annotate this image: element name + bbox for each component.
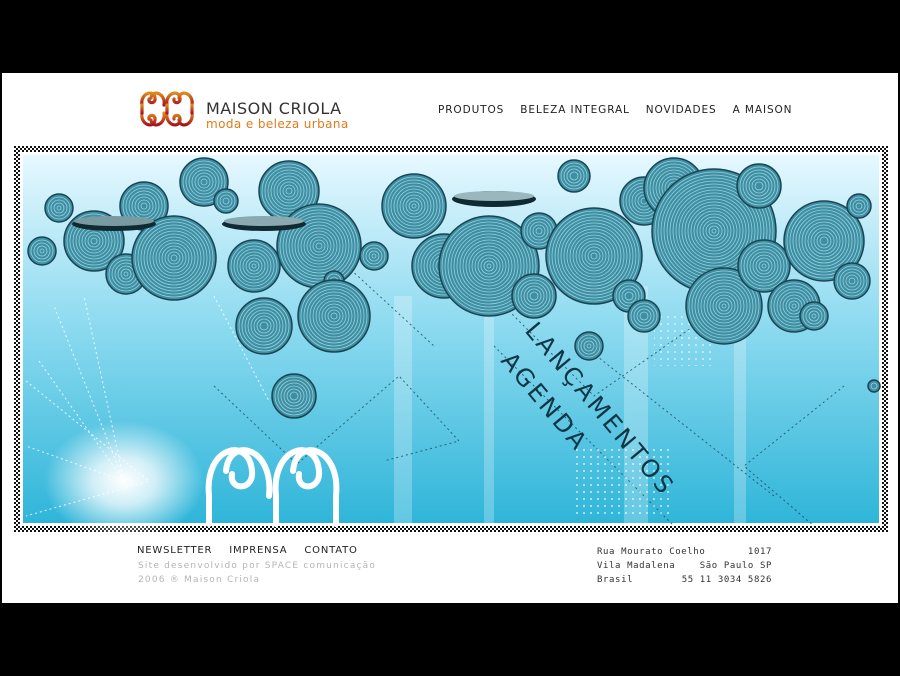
nav-item-a-maison[interactable]: A MAISON	[733, 104, 793, 120]
brand-name: MAISON CRIOLA	[206, 99, 342, 118]
nav-item-produtos[interactable]: PRODUTOS	[438, 104, 504, 120]
address-number: 1017	[747, 547, 772, 557]
page-canvas: MAISON CRIOLA moda e beleza urbana PRODU…	[2, 73, 898, 603]
address-street: Rua Mourato Coelho	[597, 547, 706, 557]
address-block: Rua Mourato Coelho 1017 Vila Madalena Sã…	[597, 545, 772, 587]
footer-link-contato[interactable]: CONTATO	[304, 545, 357, 556]
hero-banner: LANÇAMENTOS AGENDA	[14, 146, 888, 532]
footer-link-newsletter[interactable]: NEWSLETTER	[137, 545, 212, 556]
adinkra-logo-icon	[140, 91, 194, 127]
nav-item-beleza-integral[interactable]: BELEZA INTEGRAL	[520, 104, 630, 120]
footer-link-imprensa[interactable]: IMPRENSA	[229, 545, 287, 556]
footer-nav: NEWSLETTER IMPRENSA CONTATO	[137, 545, 358, 556]
site-credit: Site desenvolvido por SPACE comunicação	[138, 561, 377, 571]
copyright: 2006 ® Maison Criola	[138, 575, 261, 585]
address-district: Vila Madalena	[597, 561, 676, 571]
address-country: Brasil	[597, 575, 634, 585]
address-phone: 55 11 3034 5826	[681, 575, 772, 585]
address-city: São Paulo SP	[699, 561, 772, 571]
brand-tagline: moda e beleza urbana	[206, 117, 349, 131]
main-nav: PRODUTOS BELEZA INTEGRAL NOVIDADES A MAI…	[438, 104, 792, 120]
logo[interactable]: MAISON CRIOLA moda e beleza urbana	[138, 81, 354, 137]
nav-item-novidades[interactable]: NOVIDADES	[646, 104, 717, 120]
